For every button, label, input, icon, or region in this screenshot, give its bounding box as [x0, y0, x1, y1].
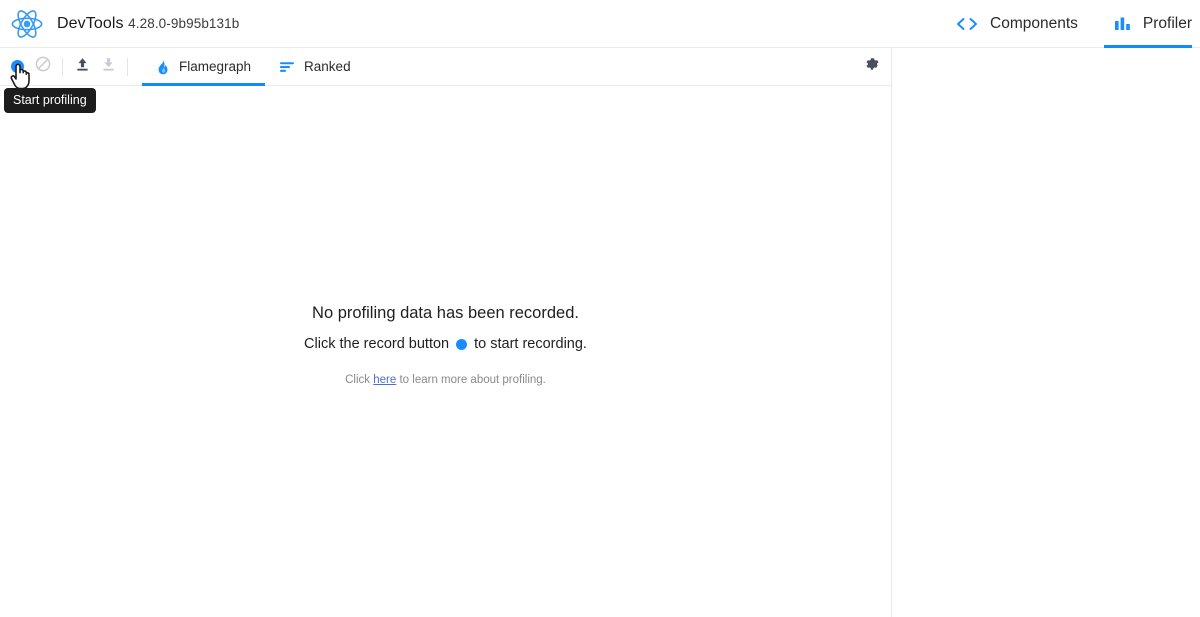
empty-state-help: Click here to learn more about profiling… [0, 374, 891, 386]
tab-profiler[interactable]: Profiler [1096, 0, 1200, 48]
flame-icon [156, 59, 170, 75]
tab-components-label: Components [990, 14, 1078, 32]
tab-ranked-label: Ranked [304, 59, 351, 74]
empty-state-instruction: Click the record button to start recordi… [0, 336, 891, 352]
save-profile-button[interactable] [95, 54, 121, 80]
instruction-prefix: Click the record button [304, 336, 450, 352]
app-title: DevTools 4.28.0-9b95b131b [57, 15, 239, 33]
settings-button[interactable] [858, 53, 886, 81]
no-entry-icon [35, 56, 51, 77]
tab-components[interactable]: Components [937, 0, 1096, 48]
record-circle-icon [10, 60, 24, 73]
profiler-toolbar: Flamegraph Ranked [0, 48, 892, 86]
code-brackets-icon [955, 16, 979, 32]
sort-bars-icon [279, 60, 295, 74]
gear-icon [864, 56, 880, 77]
profiler-sidebar-pane [892, 48, 1200, 617]
clear-button[interactable] [30, 54, 56, 80]
toolbar-divider-2 [127, 57, 128, 76]
empty-state-headline: No profiling data has been recorded. [312, 304, 579, 322]
profiler-main-panel: No profiling data has been recorded. Cli… [0, 86, 891, 617]
app-version: 4.28.0-9b95b131b [128, 15, 240, 31]
record-button[interactable] [4, 54, 30, 80]
view-tab-list: Flamegraph Ranked [142, 48, 365, 86]
app-name: DevTools [57, 14, 124, 32]
load-profile-button[interactable] [69, 54, 95, 80]
upload-arrow-icon [74, 56, 91, 78]
devtools-window: DevTools 4.28.0-9b95b131b Components Pro… [0, 0, 1200, 617]
bar-chart-icon [1114, 16, 1132, 32]
instruction-suffix: to start recording. [474, 336, 587, 352]
record-dot-icon [456, 338, 468, 350]
help-suffix: to learn more about profiling. [399, 374, 546, 386]
react-logo-icon [10, 7, 44, 41]
tab-flamegraph[interactable]: Flamegraph [142, 48, 266, 86]
record-button-tooltip: Start profiling [4, 88, 96, 113]
empty-state: No profiling data has been recorded. Cli… [0, 304, 891, 386]
app-header: DevTools 4.28.0-9b95b131b Components Pro… [0, 0, 1200, 48]
tab-ranked[interactable]: Ranked [265, 48, 365, 86]
brand: DevTools 4.28.0-9b95b131b [0, 7, 239, 41]
download-arrow-icon [100, 56, 117, 78]
header-tab-list: Components Profiler [937, 0, 1200, 48]
help-prefix: Click [345, 374, 371, 386]
tab-flamegraph-label: Flamegraph [179, 59, 252, 74]
tab-profiler-label: Profiler [1142, 14, 1192, 32]
learn-more-link[interactable]: here [373, 374, 396, 386]
toolbar-divider-1 [62, 57, 63, 76]
